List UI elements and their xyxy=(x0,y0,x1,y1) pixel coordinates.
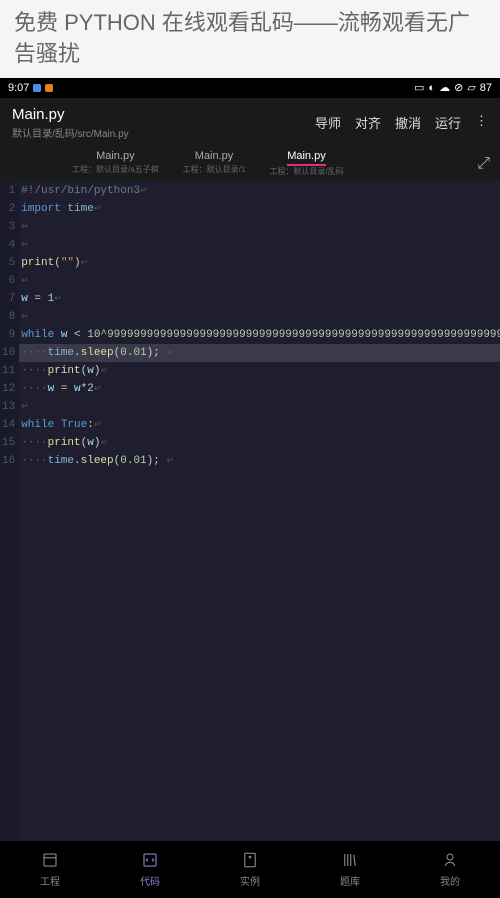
line-number: 11 xyxy=(2,362,15,380)
line-number: 7 xyxy=(2,290,15,308)
code-line-4[interactable]: ↵ xyxy=(19,236,500,254)
profile-icon xyxy=(440,850,460,870)
code-line-7[interactable]: w = 1↵ xyxy=(19,290,500,308)
file-path: 默认目录/乱码/src/Main.py xyxy=(12,125,129,140)
app-header: Main.py 默认目录/乱码/src/Main.py 导师 对齐 撤消 运行 … xyxy=(0,98,500,148)
code-line-15[interactable]: ····print(w)↵ xyxy=(19,434,500,452)
code-icon xyxy=(140,850,160,870)
tab-sub: 工程：默认目录/乱码 xyxy=(269,166,343,177)
tab-label: Main.py xyxy=(195,150,234,164)
code-line-14[interactable]: while True:↵ xyxy=(19,416,500,434)
nav-label: 我的 xyxy=(440,873,460,888)
line-number: 16 xyxy=(2,452,15,470)
undo-button[interactable]: 撤消 xyxy=(395,113,421,132)
menu-icon[interactable]: ⋮ xyxy=(475,113,488,132)
line-number: 2 xyxy=(2,200,15,218)
nav-profile[interactable]: 我的 xyxy=(440,850,460,888)
line-number: 4 xyxy=(2,236,15,254)
code-line-16[interactable]: ····time.sleep(0.01); ↵ xyxy=(19,452,500,470)
code-line-8[interactable]: ↵ xyxy=(19,308,500,326)
status-bar: 9:07 ▭ ◐ ☁ ⊘ ▱ 87 xyxy=(0,78,500,98)
code-line-12[interactable]: ····w = w*2↵ xyxy=(19,380,500,398)
line-number: 1 xyxy=(2,182,15,200)
code-line-10[interactable]: ····time.sleep(0.01); ↵ xyxy=(19,344,500,362)
code-line-6[interactable]: ↵ xyxy=(19,272,500,290)
tab-sub: 工程：默认目录/a五子棋 xyxy=(72,164,159,175)
code-line-13[interactable]: ↵ xyxy=(19,398,500,416)
line-number: 10 xyxy=(2,344,15,362)
nav-label: 代码 xyxy=(140,873,160,888)
file-title: Main.py xyxy=(12,106,129,123)
code-line-5[interactable]: print("")↵ xyxy=(19,254,500,272)
ad-banner: 免费 PYTHON 在线观看乱码——流畅观看无广告骚扰 xyxy=(0,0,500,78)
line-number: 15 xyxy=(2,434,15,452)
tab-label: Main.py xyxy=(287,150,326,166)
line-number: 14 xyxy=(2,416,15,434)
line-number: 12 xyxy=(2,380,15,398)
line-number: 6 xyxy=(2,272,15,290)
line-number: 9 xyxy=(2,326,15,344)
nav-library[interactable]: 题库 xyxy=(340,850,360,888)
tab-1[interactable]: Main.py工程：默认目录/1 xyxy=(171,148,258,179)
wifi-icon: ⊘ xyxy=(454,81,463,94)
nav-label: 实例 xyxy=(240,873,260,888)
code-line-3[interactable]: ↵ xyxy=(19,218,500,236)
line-number: 8 xyxy=(2,308,15,326)
nav-button[interactable]: 导师 xyxy=(315,113,341,132)
example-icon xyxy=(240,850,260,870)
nav-label: 工程 xyxy=(40,873,60,888)
nav-label: 题库 xyxy=(340,873,360,888)
cloud-icon: ☁ xyxy=(439,81,450,94)
code-editor[interactable]: 12345678910111213141516 #!/usr/bin/pytho… xyxy=(0,180,500,840)
battery-text: 87 xyxy=(480,82,492,94)
code-line-2[interactable]: import time↵ xyxy=(19,200,500,218)
code-line-9[interactable]: while w < 10^999999999999999999999999999… xyxy=(19,326,500,344)
line-gutter: 12345678910111213141516 xyxy=(0,180,19,840)
tab-bar: Main.py工程：默认目录/a五子棋Main.py工程：默认目录/1Main.… xyxy=(0,148,500,180)
tab-2[interactable]: Main.py工程：默认目录/乱码 xyxy=(257,148,355,179)
hd-icon: ▭ xyxy=(414,81,424,94)
code-line-11[interactable]: ····print(w)↵ xyxy=(19,362,500,380)
nav-code[interactable]: 代码 xyxy=(140,850,160,888)
run-button[interactable]: 运行 xyxy=(435,113,461,132)
code-line-1[interactable]: #!/usr/bin/python3↵ xyxy=(19,182,500,200)
tab-0[interactable]: Main.py工程：默认目录/a五子棋 xyxy=(60,148,171,179)
code-area[interactable]: #!/usr/bin/python3↵import time↵↵↵print("… xyxy=(19,180,500,840)
battery-icon: ▱ xyxy=(467,81,475,94)
library-icon xyxy=(340,850,360,870)
tab-sub: 工程：默认目录/1 xyxy=(183,164,246,175)
status-indicator-2 xyxy=(45,84,53,92)
moon-icon: ◐ xyxy=(428,82,435,94)
line-number: 13 xyxy=(2,398,15,416)
align-button[interactable]: 对齐 xyxy=(355,113,381,132)
line-number: 3 xyxy=(2,218,15,236)
status-indicator-1 xyxy=(33,84,41,92)
status-time: 9:07 xyxy=(8,82,29,94)
line-number: 5 xyxy=(2,254,15,272)
tab-label: Main.py xyxy=(96,150,135,164)
nav-project[interactable]: 工程 xyxy=(40,850,60,888)
nav-example[interactable]: 实例 xyxy=(240,850,260,888)
expand-icon[interactable]: ⤢ xyxy=(477,155,490,173)
project-icon xyxy=(40,850,60,870)
